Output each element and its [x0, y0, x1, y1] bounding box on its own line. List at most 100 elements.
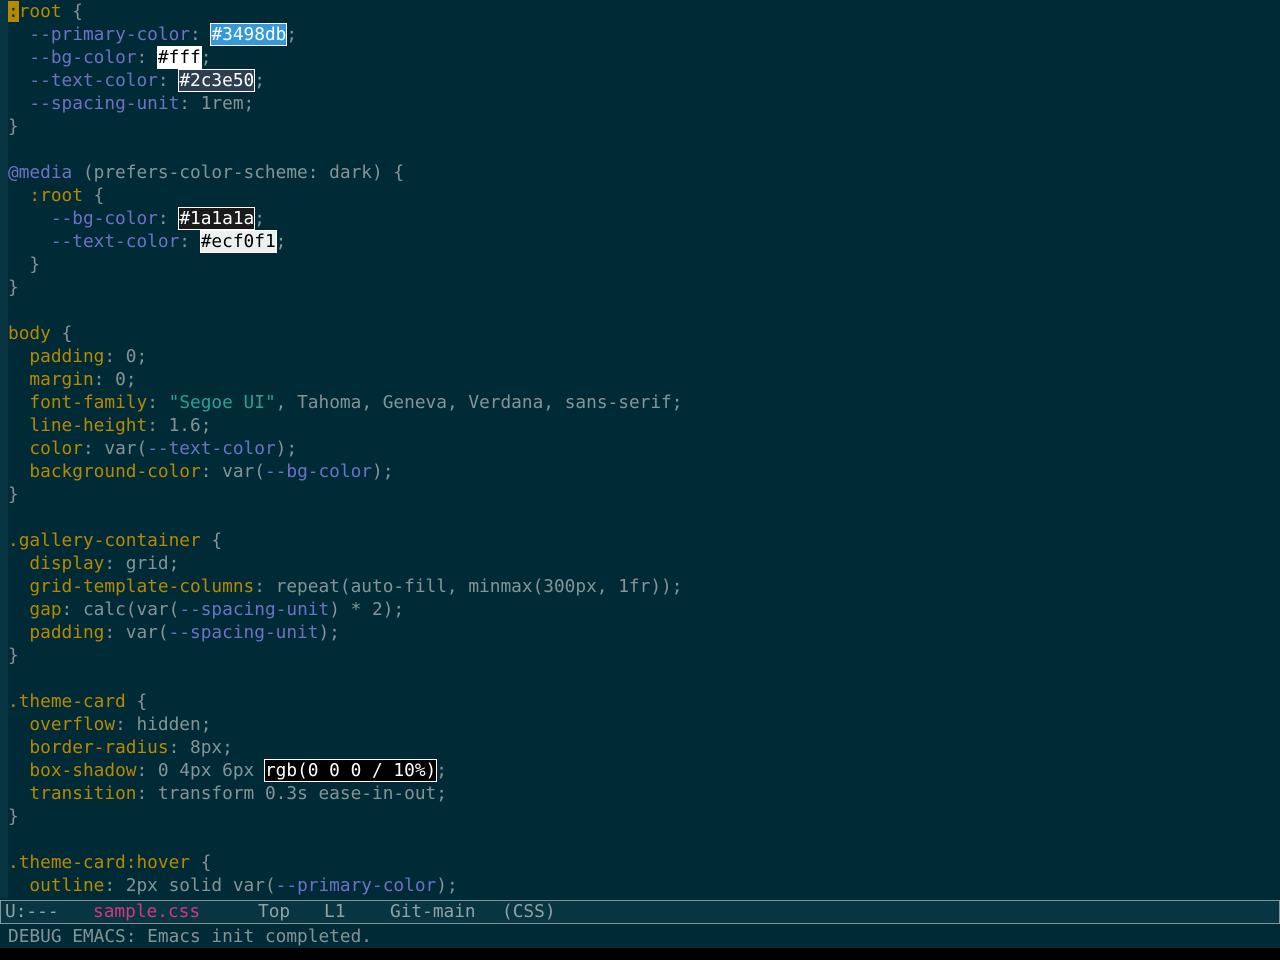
- modeline-buffer-name[interactable]: sample.css: [93, 901, 258, 923]
- modeline-position: Top: [258, 901, 291, 922]
- css-property: box-shadow: [29, 760, 137, 781]
- code-text: : 0;: [93, 369, 137, 390]
- code-buffer[interactable]: :root { --primary-color: #3498db; --bg-c…: [8, 0, 1280, 897]
- css-property: color: [29, 438, 83, 459]
- code-line[interactable]: [8, 138, 1280, 161]
- code-line[interactable]: }: [8, 644, 1280, 667]
- code-line[interactable]: --primary-color: #3498db;: [8, 23, 1280, 46]
- left-fringe: [0, 0, 8, 898]
- code-text: }: [8, 254, 41, 275]
- code-line[interactable]: :root {: [8, 184, 1280, 207]
- code-text: : repeat(auto-fill, minmax(300px, 1fr));: [254, 576, 683, 597]
- code-line[interactable]: gap: calc(var(--spacing-unit) * 2);: [8, 598, 1280, 621]
- css-property: line-height: [29, 415, 148, 436]
- code-line[interactable]: [8, 667, 1280, 690]
- code-text: :: [157, 208, 180, 229]
- code-text: );: [436, 875, 458, 896]
- code-line[interactable]: .theme-card {: [8, 690, 1280, 713]
- code-line[interactable]: }: [8, 276, 1280, 299]
- code-line[interactable]: font-family: "Segoe UI", Tahoma, Geneva,…: [8, 391, 1280, 414]
- code-text: }: [8, 806, 19, 827]
- code-text: : 8px;: [168, 737, 233, 758]
- code-text: : 0;: [104, 346, 148, 367]
- code-line[interactable]: [8, 828, 1280, 851]
- css-property: overflow: [29, 714, 116, 735]
- modeline-line-number: L1: [324, 901, 346, 922]
- css-variable: --text-color: [29, 70, 158, 91]
- css-property: transition: [29, 783, 137, 804]
- editor-window[interactable]: :root { --primary-color: #3498db; --bg-c…: [0, 0, 1280, 898]
- code-line[interactable]: box-shadow: 0 4px 6px rgb(0 0 0 / 10%);: [8, 759, 1280, 782]
- code-line[interactable]: @media (prefers-color-scheme: dark) {: [8, 161, 1280, 184]
- css-variable: --primary-color: [29, 24, 191, 45]
- code-line[interactable]: transition: transform 0.3s ease-in-out;: [8, 782, 1280, 805]
- code-line[interactable]: background-color: var(--bg-color);: [8, 460, 1280, 483]
- modeline-major-mode[interactable]: (CSS): [502, 901, 556, 923]
- code-line[interactable]: line-height: 1.6;: [8, 414, 1280, 437]
- code-line[interactable]: }: [8, 805, 1280, 828]
- css-property: padding: [29, 622, 105, 643]
- text-cursor: :: [8, 1, 19, 22]
- css-property: border-radius: [29, 737, 169, 758]
- css-property: grid-template-columns: [29, 576, 255, 597]
- css-property: padding: [29, 346, 105, 367]
- code-text: ;: [275, 231, 287, 252]
- mode-line: U:--- sample.css Top L1 Git-main (CSS): [0, 900, 1280, 924]
- code-text: ;: [254, 208, 265, 229]
- css-variable: --text-color: [50, 231, 180, 252]
- code-line[interactable]: :root {: [8, 0, 1280, 23]
- color-swatch: #1a1a1a: [178, 207, 256, 230]
- css-selector: .gallery-container: [8, 530, 201, 551]
- code-line[interactable]: grid-template-columns: repeat(auto-fill,…: [8, 575, 1280, 598]
- code-line[interactable]: .theme-card:hover {: [8, 851, 1280, 874]
- code-line[interactable]: overflow: hidden;: [8, 713, 1280, 736]
- css-variable: --text-color: [147, 438, 276, 459]
- frame-bottom-edge: [0, 948, 1280, 960]
- code-line[interactable]: margin: 0;: [8, 368, 1280, 391]
- code-text: ;: [286, 24, 298, 45]
- css-property: font-family: [29, 392, 148, 413]
- code-text: : 1rem;: [179, 93, 255, 114]
- color-swatch: #3498db: [210, 23, 288, 46]
- code-line[interactable]: display: grid;: [8, 552, 1280, 575]
- code-text: ;: [436, 760, 447, 781]
- color-swatch: #fff: [156, 46, 202, 69]
- code-line[interactable]: border-radius: 8px;: [8, 736, 1280, 759]
- code-line[interactable]: padding: 0;: [8, 345, 1280, 368]
- code-text: : grid;: [104, 553, 180, 574]
- code-text: : hidden;: [115, 714, 212, 735]
- modeline-vc-branch[interactable]: Git-main: [390, 901, 502, 923]
- code-line[interactable]: outline: 2px solid var(--primary-color);: [8, 874, 1280, 897]
- code-line[interactable]: --bg-color: #1a1a1a;: [8, 207, 1280, 230]
- code-line[interactable]: [8, 506, 1280, 529]
- code-text: :: [179, 231, 201, 252]
- code-line[interactable]: .gallery-container {: [8, 529, 1280, 552]
- modeline-status: U:---: [5, 901, 59, 922]
- code-line[interactable]: --text-color: #ecf0f1;: [8, 230, 1280, 253]
- code-line[interactable]: color: var(--text-color);: [8, 437, 1280, 460]
- code-line[interactable]: --spacing-unit: 1rem;: [8, 92, 1280, 115]
- css-variable: --spacing-unit: [179, 599, 330, 620]
- code-line[interactable]: }: [8, 115, 1280, 138]
- code-line[interactable]: --bg-color: #fff;: [8, 46, 1280, 69]
- code-line[interactable]: --text-color: #2c3e50;: [8, 69, 1280, 92]
- css-property: background-color: [29, 461, 201, 482]
- code-line[interactable]: }: [8, 253, 1280, 276]
- echo-area: DEBUG EMACS: Emacs init completed.: [0, 925, 1280, 948]
- code-text: : 1.6;: [147, 415, 212, 436]
- code-line[interactable]: [8, 299, 1280, 322]
- css-selector: .theme-card: [8, 691, 126, 712]
- code-line[interactable]: padding: var(--spacing-unit);: [8, 621, 1280, 644]
- code-line[interactable]: }: [8, 483, 1280, 506]
- code-text: ;: [254, 70, 265, 91]
- css-property: display: [29, 553, 105, 574]
- code-line[interactable]: body {: [8, 322, 1280, 345]
